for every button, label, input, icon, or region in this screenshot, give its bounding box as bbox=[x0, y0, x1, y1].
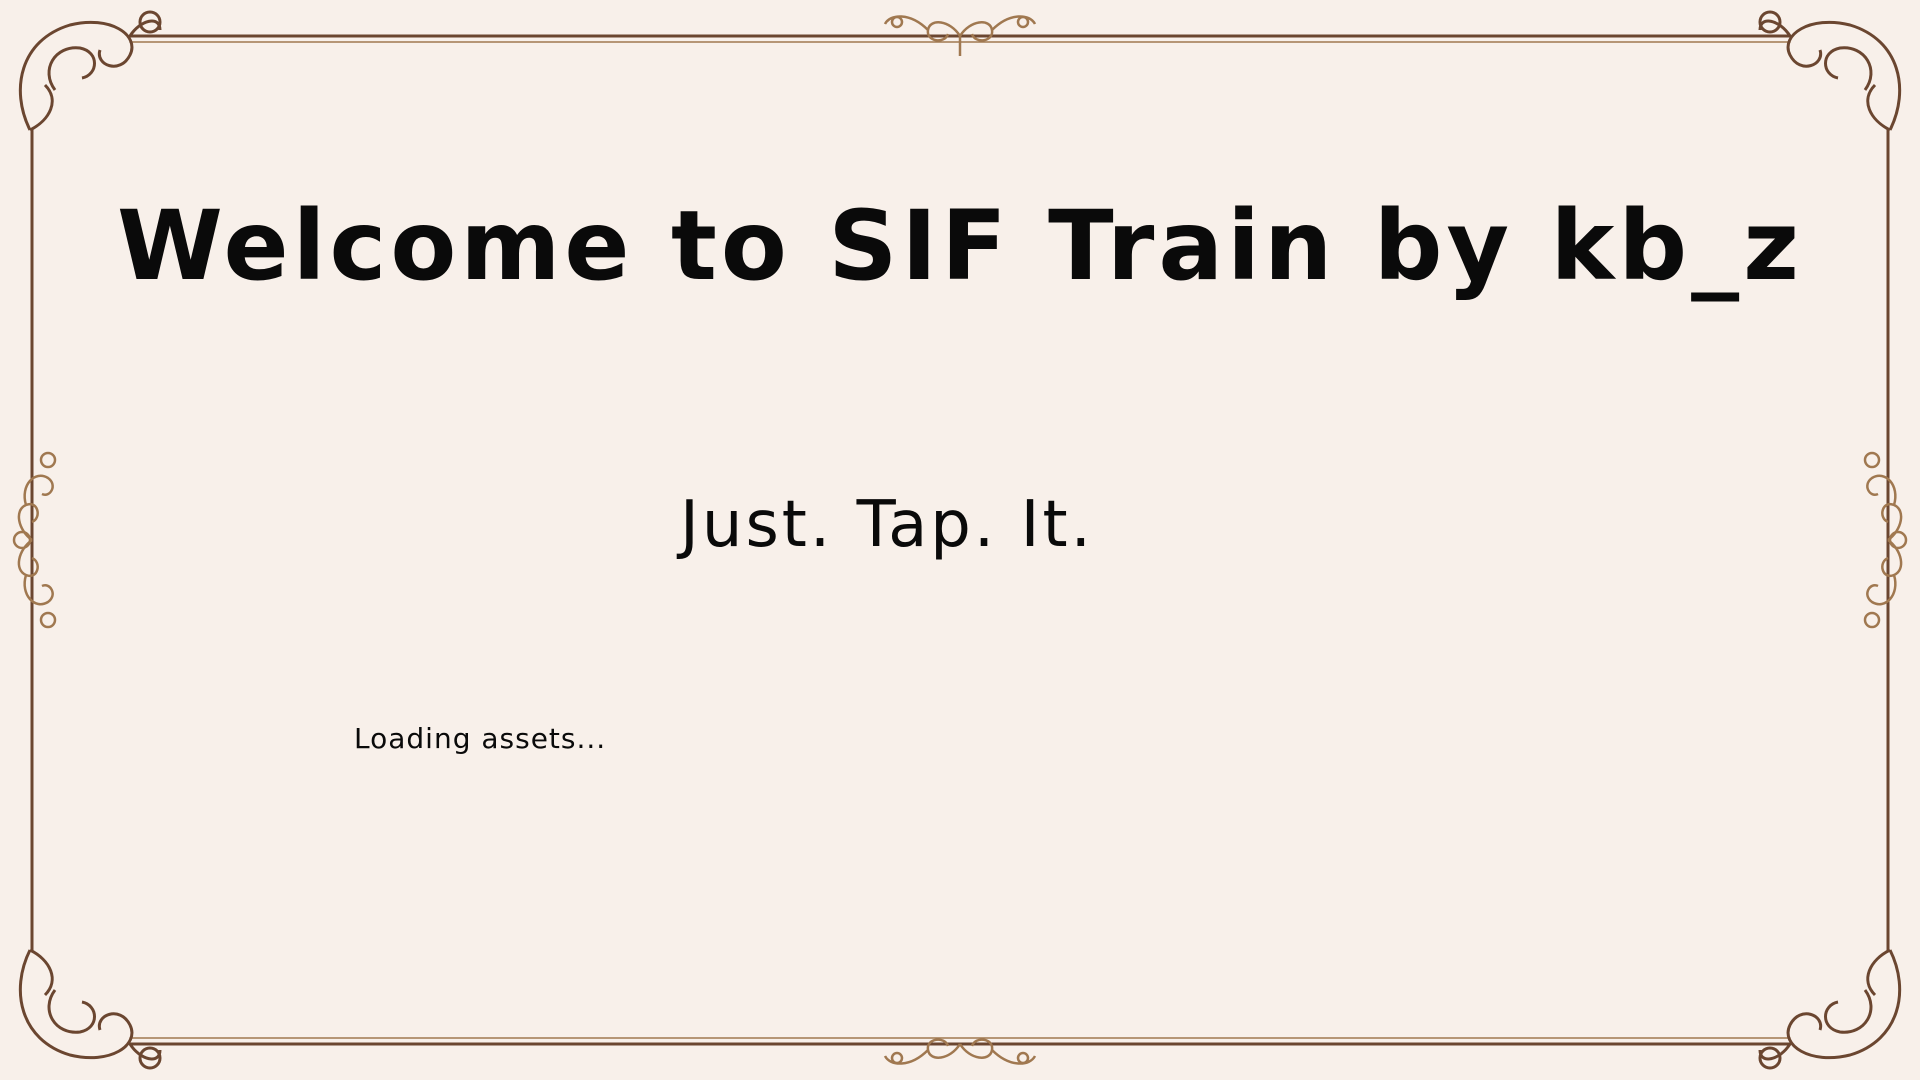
corner-ornament-bottom-left-icon bbox=[18, 948, 162, 1070]
corner-ornament-bottom-right-icon bbox=[1758, 948, 1902, 1070]
corner-ornament-top-right-icon bbox=[1758, 10, 1902, 132]
edge-ornament-right-icon bbox=[1863, 451, 1908, 629]
game-loading-screen[interactable]: Welcome to SIF Train by kb_z Just. Tap. … bbox=[0, 0, 1920, 1080]
edge-ornament-left-icon bbox=[12, 451, 57, 629]
corner-ornament-top-left-icon bbox=[18, 10, 162, 132]
loading-status: Loading assets... bbox=[354, 722, 607, 755]
welcome-title: Welcome to SIF Train by kb_z bbox=[117, 190, 1803, 302]
tagline: Just. Tap. It. bbox=[680, 488, 1094, 562]
